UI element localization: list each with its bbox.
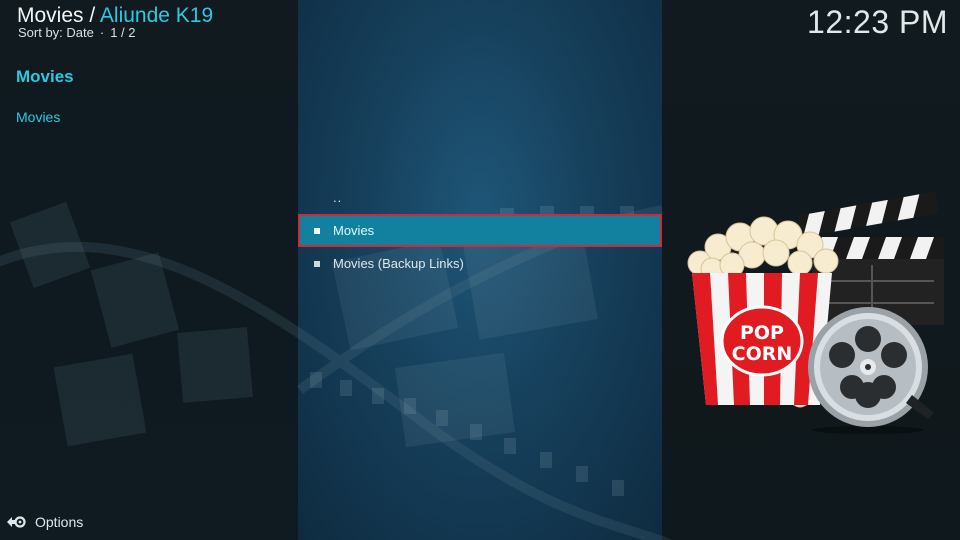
popcorn-clapperboard-film-reel-icon: POP CORN bbox=[687, 191, 944, 434]
section-item-movies: Movies bbox=[16, 109, 61, 125]
bullet-icon bbox=[314, 227, 320, 234]
sort-info: Sort by: Date · 1 / 2 bbox=[18, 25, 136, 40]
clock: 12:23 PM bbox=[807, 4, 948, 40]
options-button[interactable]: Options bbox=[6, 513, 83, 531]
sort-label: Sort by: Date bbox=[18, 25, 94, 40]
breadcrumb-current: Aliunde K19 bbox=[99, 4, 214, 27]
list-item-movies-backup-links[interactable]: Movies (Backup Links) bbox=[298, 247, 662, 280]
bullet-icon bbox=[314, 260, 320, 267]
list-item-movies[interactable]: Movies bbox=[298, 214, 662, 247]
kodi-screen: Movies / Aliunde K19 Sort by: Date · 1 / 2… bbox=[0, 0, 960, 540]
list-item-parent[interactable]: .. bbox=[298, 181, 662, 214]
list-item-label: Movies (Backup Links) bbox=[333, 256, 464, 271]
popcorn-text-line1: POP bbox=[740, 322, 784, 344]
film-reel-icon bbox=[808, 307, 934, 434]
settings-arrow-icon bbox=[7, 516, 26, 528]
popcorn-text-line2: CORN bbox=[732, 343, 793, 365]
list-item-label: .. bbox=[333, 190, 343, 205]
separator-dot: · bbox=[99, 25, 105, 40]
options-label: Options bbox=[35, 514, 84, 530]
list-item-label: Movies bbox=[333, 223, 375, 238]
breadcrumb-root: Movies bbox=[17, 4, 84, 27]
file-list: .. Movies Movies (Backup Links) bbox=[298, 181, 662, 280]
breadcrumb-separator: / bbox=[83, 4, 100, 27]
page-indicator: 1 / 2 bbox=[110, 25, 136, 40]
section-title: Movies bbox=[16, 67, 74, 86]
